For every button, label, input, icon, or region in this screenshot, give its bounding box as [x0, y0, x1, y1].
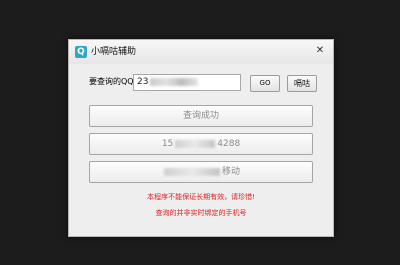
app-logo-icon: Q	[75, 46, 87, 58]
notice-validity: 本程序不能保证长期有效，请珍惜!	[147, 193, 255, 201]
carrier-suffix: 移动	[221, 167, 240, 177]
desktop-background: Q 小嗝咕辅助 ✕ 要查询的QQ: 23 GO 嗝咕 查询成功 15 4288 移…	[0, 0, 400, 265]
title-bar[interactable]: Q 小嗝咕辅助 ✕	[69, 40, 333, 64]
redacted-blur	[175, 139, 216, 148]
status-result: 查询成功	[89, 105, 313, 127]
query-label: 要查询的QQ:	[89, 77, 137, 86]
app-window: Q 小嗝咕辅助 ✕ 要查询的QQ: 23 GO 嗝咕 查询成功 15 4288 移…	[68, 39, 334, 237]
phone-prefix: 15	[161, 139, 174, 149]
phone-result: 15 4288	[89, 133, 313, 155]
xiao-button[interactable]: 嗝咕	[287, 75, 317, 92]
notice-realtime: 查询的并非实时绑定的手机号	[155, 209, 247, 217]
phone-suffix: 4288	[217, 139, 241, 149]
carrier-result: 移动	[89, 161, 313, 183]
window-title: 小嗝咕辅助	[91, 47, 137, 57]
close-icon[interactable]: ✕	[313, 44, 327, 58]
redacted-blur	[150, 77, 199, 86]
qq-input-value: 23	[137, 77, 149, 87]
redacted-blur	[163, 167, 220, 176]
go-button[interactable]: GO	[250, 75, 280, 92]
qq-input[interactable]: 23	[133, 74, 241, 91]
